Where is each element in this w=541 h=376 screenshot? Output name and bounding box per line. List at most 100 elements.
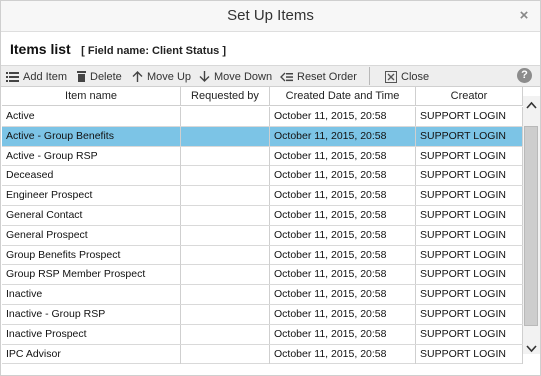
reset-order-icon [280, 72, 293, 81]
cell-item-name: IPC Advisor [2, 344, 181, 364]
setup-items-dialog: Set Up Items × Items list [ Field name: … [0, 0, 541, 376]
cell-created: October 11, 2015, 20:58 [270, 304, 416, 324]
cell-requested-by [181, 107, 270, 126]
cell-requested-by [181, 126, 270, 146]
table-row[interactable]: General Prospect October 11, 2015, 20:58 S… [2, 225, 523, 246]
cell-creator: SUPPORT LOGIN [416, 304, 523, 324]
vertical-scrollbar[interactable] [523, 96, 540, 354]
cell-requested-by [181, 265, 270, 285]
reset-order-button[interactable]: Reset Order [280, 68, 357, 85]
table-header: Item name Requested by Created Date and … [2, 87, 523, 106]
items-list-heading: Items list [ Field name: Client Status ] [10, 41, 226, 61]
cell-created: October 11, 2015, 20:58 [270, 265, 416, 285]
arrow-down-icon [199, 71, 210, 82]
table-row[interactable]: Active October 11, 2015, 20:58 SUPPORT LOG… [2, 107, 523, 127]
items-list-title: Items list [10, 41, 71, 57]
cell-requested-by [181, 225, 270, 245]
table-row[interactable]: Group Benefits Prospect October 11, 2015,… [2, 245, 523, 266]
cell-creator: SUPPORT LOGIN [416, 166, 523, 186]
cell-item-name: Group RSP Member Prospect [2, 265, 181, 285]
delete-button[interactable]: Delete [77, 68, 122, 85]
cell-requested-by [181, 166, 270, 186]
close-x-icon[interactable]: × [516, 7, 532, 25]
cell-created: October 11, 2015, 20:58 [270, 146, 416, 166]
table-row[interactable]: Inactive - Group RSP October 11, 2015, 20… [2, 304, 523, 325]
items-table: Item name Requested by Created Date and … [2, 87, 523, 369]
cell-item-name: Active - Group RSP [2, 146, 181, 166]
cell-creator: SUPPORT LOGIN [416, 324, 523, 344]
cell-created: October 11, 2015, 20:58 [270, 245, 416, 265]
delete-label: Delete [90, 70, 122, 83]
table-row[interactable]: Active - Group RSP October 11, 2015, 20:5… [2, 146, 523, 167]
table-row[interactable]: General Contact October 11, 2015, 20:58 SU… [2, 205, 523, 226]
cell-item-name: General Prospect [2, 225, 181, 245]
trash-icon [77, 71, 86, 82]
cell-item-name: Engineer Prospect [2, 186, 181, 206]
move-up-button[interactable]: Move Up [132, 68, 191, 85]
cell-creator: SUPPORT LOGIN [416, 126, 523, 146]
cell-item-name: Active - Group Benefits [2, 126, 181, 146]
cell-created: October 11, 2015, 20:58 [270, 205, 416, 225]
cell-creator: SUPPORT LOGIN [416, 205, 523, 225]
cell-creator: SUPPORT LOGIN [416, 265, 523, 285]
cell-created: October 11, 2015, 20:58 [270, 186, 416, 206]
cell-requested-by [181, 285, 270, 305]
cell-creator: SUPPORT LOGIN [416, 225, 523, 245]
cell-item-name: Inactive [2, 285, 181, 305]
cell-created: October 11, 2015, 20:58 [270, 324, 416, 344]
cell-item-name: Active [2, 107, 181, 126]
column-header-requested-by[interactable]: Requested by [181, 87, 270, 106]
cell-requested-by [181, 146, 270, 166]
scroll-down-chevron-icon[interactable] [523, 340, 540, 354]
add-item-button[interactable]: Add Item [6, 68, 67, 85]
cell-requested-by [181, 324, 270, 344]
cell-creator: SUPPORT LOGIN [416, 146, 523, 166]
scrollbar-thumb[interactable] [524, 126, 538, 326]
cell-creator: SUPPORT LOGIN [416, 344, 523, 364]
field-name-label: [ Field name: Client Status ] [81, 45, 227, 57]
cell-creator: SUPPORT LOGIN [416, 285, 523, 305]
cell-requested-by [181, 344, 270, 364]
cell-creator: SUPPORT LOGIN [416, 186, 523, 206]
table-row[interactable]: Inactive Prospect October 11, 2015, 20:58… [2, 324, 523, 345]
column-header-creator[interactable]: Creator [416, 87, 523, 106]
table-row[interactable]: Group RSP Member Prospect October 11, 201… [2, 265, 523, 286]
scroll-up-chevron-icon[interactable] [523, 96, 540, 110]
cell-created: October 11, 2015, 20:58 [270, 107, 416, 126]
arrow-up-icon [132, 71, 143, 82]
cell-item-name: Inactive Prospect [2, 324, 181, 344]
cell-item-name: Deceased [2, 166, 181, 186]
column-header-item-name[interactable]: Item name [2, 87, 181, 106]
cell-item-name: General Contact [2, 205, 181, 225]
dialog-title: Set Up Items [227, 7, 314, 24]
cell-requested-by [181, 186, 270, 206]
cell-item-name: Group Benefits Prospect [2, 245, 181, 265]
table-row[interactable]: Engineer Prospect October 11, 2015, 20:58… [2, 186, 523, 206]
close-label: Close [401, 70, 430, 83]
cell-requested-by [181, 304, 270, 324]
add-item-label: Add Item [23, 70, 68, 83]
cell-creator: SUPPORT LOGIN [416, 245, 523, 265]
dialog-titlebar: Set Up Items × [1, 1, 540, 32]
cell-created: October 11, 2015, 20:58 [270, 285, 416, 305]
table-row[interactable]: Active - Group Benefits October 11, 2015,… [2, 126, 523, 147]
cell-created: October 11, 2015, 20:58 [270, 126, 416, 146]
table-row[interactable]: Inactive October 11, 2015, 20:58 SUPPORT L… [2, 285, 523, 305]
cell-created: October 11, 2015, 20:58 [270, 344, 416, 364]
cell-item-name: Inactive - Group RSP [2, 304, 181, 324]
cell-created: October 11, 2015, 20:58 [270, 166, 416, 186]
move-up-label: Move Up [147, 70, 192, 83]
table-row[interactable]: IPC Advisor October 11, 2015, 20:58 SUPPOR… [2, 344, 523, 365]
add-list-icon [6, 71, 19, 82]
cell-created: October 11, 2015, 20:58 [270, 225, 416, 245]
move-down-label: Move Down [214, 70, 273, 83]
cell-requested-by [181, 245, 270, 265]
column-header-created[interactable]: Created Date and Time [270, 87, 416, 106]
toolbar: Add Item Delete Move Up Move Down Reset … [1, 65, 540, 87]
toolbar-divider [369, 67, 370, 85]
close-button[interactable]: Close [385, 68, 429, 85]
table-row[interactable]: Deceased October 11, 2015, 20:58 SUPPORT L… [2, 166, 523, 187]
move-down-button[interactable]: Move Down [199, 68, 272, 85]
help-icon[interactable]: ? [517, 68, 532, 83]
cell-requested-by [181, 205, 270, 225]
